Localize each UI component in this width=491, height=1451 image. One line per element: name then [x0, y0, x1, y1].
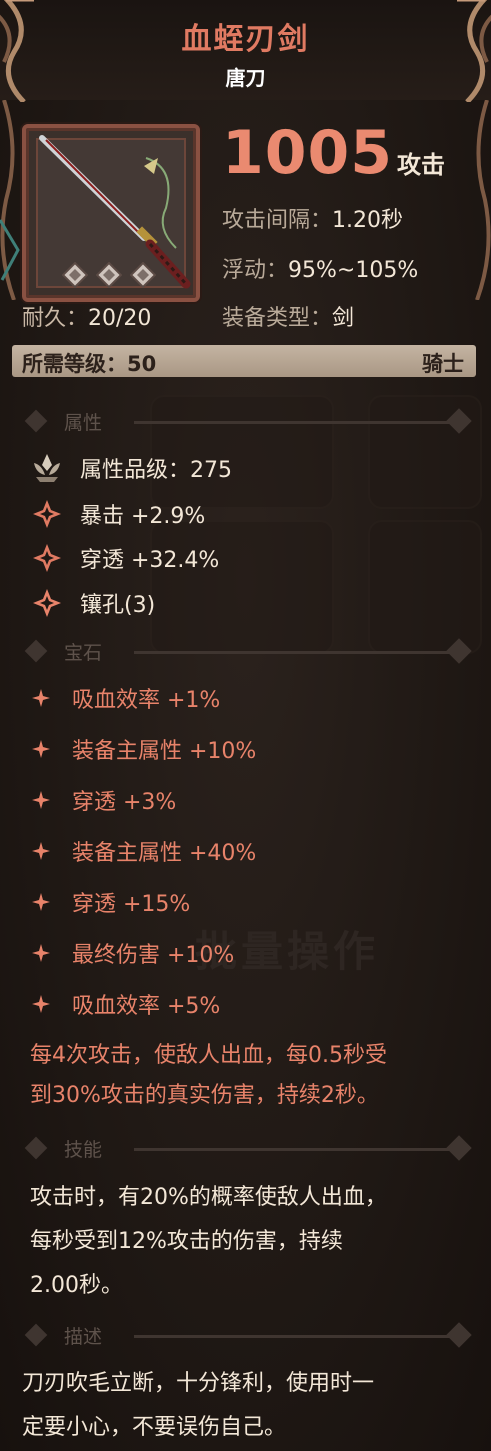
item-tooltip-panel: 批量操作 血蛭刃剑 唐刀 耐久：20/20 1005 攻击 攻击间隔：1.20秒… — [0, 0, 491, 1451]
gem-effect-row: 吸血效率 +5% — [32, 989, 220, 1019]
equip-type-value: 剑 — [332, 306, 355, 331]
requirement-bar: 所需等级：50 骑士 — [12, 345, 476, 377]
gem-effect: 最终伤害 +10% — [72, 943, 235, 968]
section-header-attributes: 属性 — [24, 408, 474, 436]
attack-interval-value: 1.20秒 — [332, 208, 404, 233]
damage-float-label: 浮动： — [222, 258, 289, 283]
attribute-penetration: 穿透 +32.4% — [80, 548, 220, 573]
item-name: 血蛭刃剑 — [181, 22, 310, 57]
description-line: 定要小心，不要误伤自己。 — [22, 1415, 287, 1440]
section-header-gems: 宝石 — [24, 638, 474, 666]
section-header-skill: 技能 — [24, 1135, 474, 1163]
lotus-crest-icon — [34, 454, 60, 482]
gem-slot-icon — [96, 262, 122, 288]
gem-effect-row: 最终伤害 +10% — [32, 938, 234, 968]
gem-effect: 穿透 +15% — [72, 892, 191, 917]
gem-effect-row: 穿透 +3% — [32, 785, 176, 815]
attack-unit: 攻击 — [397, 151, 445, 179]
damage-float-value: 95%~105% — [288, 258, 419, 283]
side-vine-icon — [0, 100, 20, 300]
equip-type: 装备类型：剑 — [222, 300, 354, 332]
gem-effect: 穿透 +3% — [72, 790, 177, 815]
gem-star-icon — [32, 689, 50, 707]
gem-effect: 装备主属性 +40% — [72, 841, 257, 866]
skill-line: 攻击时，有20%的概率使敌人出血， — [30, 1185, 387, 1210]
gem-star-icon — [32, 893, 50, 911]
attack-value-block: 1005 攻击 — [222, 118, 445, 188]
durability: 耐久：20/20 — [22, 300, 151, 332]
gem-effect-row: 装备主属性 +40% — [32, 836, 256, 866]
skill-line: 每秒受到12%攻击的伤害，持续 — [30, 1229, 343, 1254]
gem-effect: 装备主属性 +10% — [72, 739, 257, 764]
tooltip-header: 血蛭刃剑 唐刀 — [0, 0, 491, 102]
required-class: 骑士 — [422, 352, 464, 376]
special-effect-line: 每4次攻击，使敌人出血，每0.5秒受 — [30, 1043, 387, 1068]
gem-star-icon — [32, 995, 50, 1013]
damage-float: 浮动：95%~105% — [222, 252, 418, 284]
gem-effect-row: 装备主属性 +10% — [32, 734, 256, 764]
gem-effect: 吸血效率 +5% — [72, 994, 221, 1019]
attack-interval-label: 攻击间隔： — [222, 208, 333, 233]
section-title: 属性 — [64, 412, 103, 434]
attribute-crit: 暴击 +2.9% — [80, 504, 206, 529]
gem-effect-row: 穿透 +15% — [32, 887, 190, 917]
gem-effect-row: 吸血效率 +1% — [32, 683, 220, 713]
attribute-grade: 属性品级：275 — [80, 458, 232, 483]
attribute-row: 属性品级：275 — [30, 451, 232, 485]
item-type: 唐刀 — [225, 66, 266, 90]
required-level: 所需等级：50 — [22, 352, 157, 376]
background-slot — [368, 520, 482, 654]
skill-line: 2.00秒。 — [30, 1273, 123, 1298]
penetrate-star-icon — [33, 544, 61, 572]
special-effect-text: 每4次攻击，使敌人出血，每0.5秒受 到30%攻击的真实伤害，持续2秒。 — [30, 1036, 480, 1116]
gem-star-icon — [32, 944, 50, 962]
attribute-row: 镶孔(3) — [30, 586, 155, 620]
attack-interval: 攻击间隔：1.20秒 — [222, 202, 403, 234]
section-title: 描述 — [64, 1326, 103, 1348]
special-effect-line: 到30%攻击的真实伤害，持续2秒。 — [30, 1083, 379, 1108]
gem-star-icon — [32, 842, 50, 860]
gem-effect: 吸血效率 +1% — [72, 688, 221, 713]
durability-label: 耐久： — [22, 306, 89, 331]
section-header-description: 描述 — [24, 1322, 474, 1350]
socket-star-icon — [33, 589, 61, 617]
gem-star-icon — [32, 740, 50, 758]
section-title: 技能 — [64, 1139, 103, 1161]
section-title: 宝石 — [64, 642, 103, 664]
side-vine-icon — [475, 100, 491, 300]
attribute-row: 暴击 +2.9% — [30, 497, 205, 531]
attribute-sockets: 镶孔(3) — [80, 593, 156, 618]
attribute-row: 穿透 +32.4% — [30, 541, 219, 575]
critical-star-icon — [33, 500, 61, 528]
gem-slot-icon — [130, 262, 156, 288]
gem-slot-icon — [62, 262, 88, 288]
skill-text: 攻击时，有20%的概率使敌人出血， 每秒受到12%攻击的伤害，持续 2.00秒。 — [30, 1176, 480, 1308]
equip-type-label: 装备类型： — [222, 306, 333, 331]
description-line: 刀刃吹毛立断，十分锋利，使用时一 — [22, 1371, 375, 1396]
gem-star-icon — [32, 791, 50, 809]
attack-value: 1005 — [222, 118, 393, 188]
durability-value: 20/20 — [88, 306, 152, 331]
description-text: 刀刃吹毛立断，十分锋利，使用时一 定要小心，不要误伤自己。 — [22, 1362, 472, 1450]
